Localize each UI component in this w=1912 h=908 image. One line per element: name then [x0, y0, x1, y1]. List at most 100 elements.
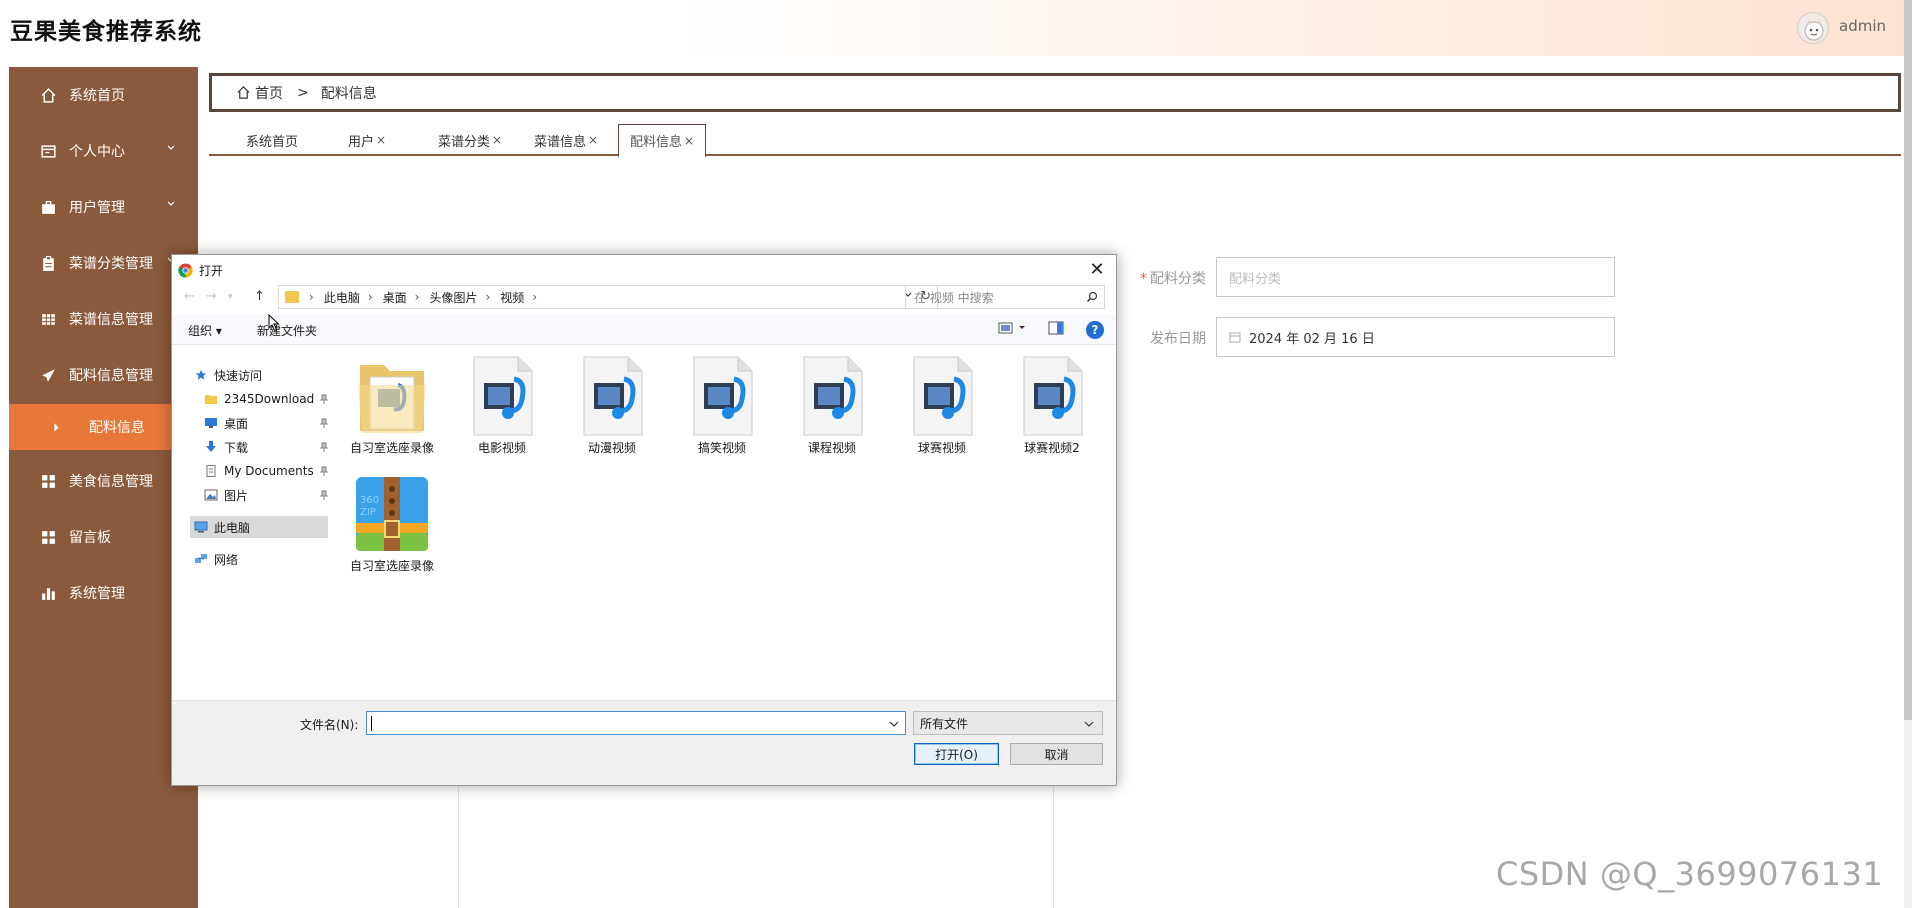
username[interactable]: admin	[1839, 17, 1886, 35]
category-label-text: 配料分类	[1150, 271, 1206, 287]
file-name: 自习室选座录像	[349, 441, 434, 455]
tab-close-icon[interactable]: ×	[376, 133, 386, 147]
sidebar-item-label: 配料信息管理	[69, 368, 153, 384]
path-segment[interactable]: 头像图片	[429, 289, 477, 306]
tab-users[interactable]: 用户 ×	[342, 124, 392, 156]
nav-2345download[interactable]: 2345Download	[204, 388, 332, 410]
filename-input[interactable]	[366, 711, 906, 735]
date-label: 发布日期	[1150, 331, 1206, 347]
file-name: 动漫视频	[587, 441, 636, 455]
nav-quick-access[interactable]: 快速访问	[194, 364, 334, 386]
calendar-icon	[1229, 332, 1241, 343]
nav-label: 快速访问	[214, 368, 263, 383]
tab-label: 系统首页	[245, 134, 298, 150]
pin-icon	[320, 418, 328, 428]
sidebar-item-users[interactable]: 用户管理	[9, 184, 198, 230]
nav-label: 桌面	[224, 416, 249, 431]
tab-home[interactable]: 系统首页	[237, 124, 307, 156]
tab-recipe-category[interactable]: 菜谱分类 ×	[435, 124, 505, 156]
nav-downloads[interactable]: 下载	[204, 436, 332, 458]
close-icon[interactable]: ✕	[1086, 258, 1108, 280]
navigation-pane: 快速访问 2345Download 桌面 下载 My Documents 图片	[172, 346, 332, 696]
recent-chevron-icon[interactable]: ▾	[228, 292, 233, 302]
back-arrow-icon[interactable]: ←	[184, 289, 195, 304]
file-item-folder[interactable]: 自习室选座录像	[342, 355, 442, 461]
scroll-thumb[interactable]	[1904, 0, 1912, 720]
sidebar-item-message-board[interactable]: 留言板	[9, 514, 198, 560]
page-scrollbar[interactable]	[1904, 0, 1912, 908]
desktop-icon	[205, 418, 217, 428]
file-item-video[interactable]: 电影视频	[452, 355, 552, 461]
caret-right-icon	[47, 418, 65, 436]
preview-pane-icon[interactable]	[1048, 321, 1064, 335]
open-button[interactable]: 打开(O)	[914, 743, 999, 765]
cancel-button[interactable]: 取消	[1010, 743, 1103, 765]
sidebar-item-home[interactable]: 系统首页	[9, 72, 198, 118]
view-mode-icon[interactable]	[998, 321, 1028, 335]
required-marker: *	[1140, 271, 1147, 287]
nav-network[interactable]: 网络	[194, 548, 334, 570]
forward-arrow-icon[interactable]: →	[206, 289, 217, 304]
category-input[interactable]: 配料分类	[1216, 257, 1615, 297]
date-value: 2024 年 02 月 16 日	[1249, 331, 1375, 347]
dialog-title-bar: 打开	[178, 259, 223, 281]
sidebar-item-recipe-info[interactable]: 菜谱信息管理	[9, 296, 198, 342]
nav-pictures[interactable]: 图片	[204, 484, 332, 506]
sidebar-item-personal[interactable]: 个人中心	[9, 128, 198, 174]
tab-recipe-info[interactable]: 菜谱信息 ×	[531, 124, 601, 156]
up-arrow-icon[interactable]: ↑	[254, 289, 265, 304]
tab-close-icon[interactable]: ×	[492, 133, 502, 147]
zip-archive-icon: 360 ZIP	[354, 473, 430, 555]
divider	[1053, 786, 1054, 908]
sidebar-item-recipe-category[interactable]: 菜谱分类管理	[9, 240, 198, 286]
filetype-select[interactable]: 所有文件	[913, 711, 1103, 735]
path-segment[interactable]: 桌面	[383, 289, 407, 306]
nav-this-pc[interactable]: 此电脑	[190, 516, 328, 538]
sidebar-item-label: 菜谱分类管理	[69, 256, 153, 272]
path-segment[interactable]: 视频	[500, 289, 524, 306]
nav-label: 图片	[224, 488, 249, 503]
video-file-icon	[464, 355, 540, 437]
file-item-video[interactable]: 动漫视频	[562, 355, 662, 461]
file-item-video[interactable]: 球赛视频2	[1002, 355, 1102, 461]
sidebar-item-system[interactable]: 系统管理	[9, 570, 198, 616]
sidebar-item-ingredient-info[interactable]: 配料信息	[9, 404, 198, 450]
file-item-video[interactable]: 球赛视频	[892, 355, 992, 461]
file-open-dialog: 打开 ✕ ← → ▾ ↑ › 此电脑 › 桌面 › 头像图片 › 视频 › ↻ …	[171, 254, 1117, 786]
tab-label: 菜谱信息	[533, 134, 586, 150]
video-file-icon	[684, 355, 760, 437]
address-bar[interactable]: › 此电脑 › 桌面 › 头像图片 › 视频 › ↻	[278, 285, 938, 309]
sidebar-item-label: 菜谱信息管理	[69, 312, 153, 328]
nav-desktop[interactable]: 桌面	[204, 412, 332, 434]
tab-close-icon[interactable]: ×	[588, 133, 598, 147]
file-item-video[interactable]: 搞笑视频	[672, 355, 772, 461]
file-item-video[interactable]: 课程视频	[782, 355, 882, 461]
breadcrumb-home[interactable]: 首页	[255, 83, 283, 103]
document-icon	[206, 465, 216, 477]
grid-icon	[39, 310, 57, 328]
tab-label: 配料信息	[629, 135, 682, 150]
file-item-zip[interactable]: 360 ZIP 自习室选座录像	[342, 473, 442, 579]
file-list: 自习室选座录像 电影视频 动漫视频 搞笑视频 课程视频 球赛视频 球赛视频2 3…	[342, 355, 1112, 695]
chevron-down-icon[interactable]	[889, 720, 899, 728]
avatar[interactable]	[1797, 12, 1829, 44]
divider	[458, 786, 459, 908]
file-name: 电影视频	[477, 441, 526, 455]
search-input[interactable]: 在 视频 中搜索	[905, 285, 1105, 309]
pin-icon	[320, 442, 328, 452]
sidebar-item-ingredient-manage[interactable]: 配料信息管理	[9, 352, 198, 398]
help-icon[interactable]: ?	[1086, 321, 1104, 339]
tab-close-icon[interactable]: ×	[684, 134, 694, 148]
apps-icon	[39, 528, 57, 546]
date-input[interactable]: 2024 年 02 月 16 日	[1216, 317, 1615, 357]
nav-my-documents[interactable]: My Documents	[204, 460, 332, 482]
organize-button[interactable]: 组织 ▾	[188, 322, 222, 339]
download-icon	[206, 441, 216, 452]
new-folder-button[interactable]: 新建文件夹	[257, 322, 317, 339]
sidebar-item-label: 美食信息管理	[69, 474, 153, 490]
path-separator: ›	[532, 290, 538, 304]
sidebar-item-food-manage[interactable]: 美食信息管理	[9, 458, 198, 504]
path-segment[interactable]: 此电脑	[324, 289, 360, 306]
sidebar-item-label: 用户管理	[69, 200, 125, 216]
tab-ingredient-info[interactable]: 配料信息 ×	[618, 124, 706, 158]
